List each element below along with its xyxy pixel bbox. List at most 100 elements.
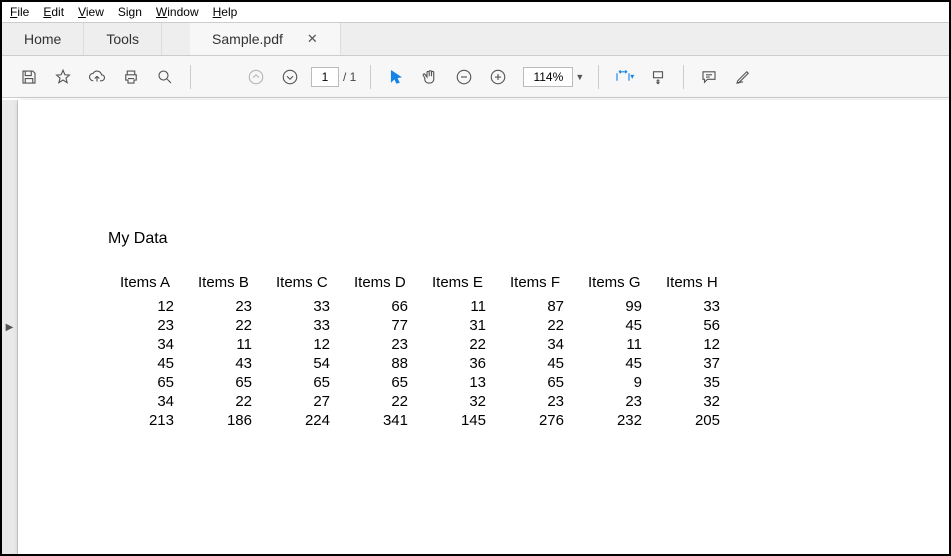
table-cell: 186 (186, 411, 264, 430)
column-header: Items G (576, 274, 654, 297)
save-icon[interactable] (12, 60, 46, 94)
page-number-input[interactable] (311, 67, 339, 87)
table-cell: 65 (264, 373, 342, 392)
tab-tools[interactable]: Tools (84, 23, 162, 55)
column-header: Items H (654, 274, 732, 297)
table-cell: 33 (264, 297, 342, 316)
cloud-upload-icon[interactable] (80, 60, 114, 94)
table-cell: 32 (654, 392, 732, 411)
document-title: My Data (108, 230, 879, 248)
table-cell: 43 (186, 354, 264, 373)
menu-window[interactable]: Window (156, 5, 199, 19)
table-cell: 99 (576, 297, 654, 316)
table-cell: 45 (108, 354, 186, 373)
zoom-out-icon[interactable] (447, 60, 481, 94)
table-cell: 9 (576, 373, 654, 392)
table-cell: 22 (186, 392, 264, 411)
table-cell: 12 (108, 297, 186, 316)
table-row: 3422272232232332 (108, 392, 732, 411)
table-cell: 22 (420, 335, 498, 354)
table-cell: 13 (420, 373, 498, 392)
data-table: Items AItems BItems CItems DItems EItems… (108, 274, 732, 430)
separator (370, 65, 371, 89)
comment-icon[interactable] (692, 60, 726, 94)
table-cell: 45 (498, 354, 576, 373)
table-cell: 32 (420, 392, 498, 411)
page-total-label: / 1 (343, 70, 356, 84)
separator (190, 65, 191, 89)
table-cell: 36 (420, 354, 498, 373)
table-cell: 213 (108, 411, 186, 430)
hand-icon[interactable] (413, 60, 447, 94)
table-row: 656565651365935 (108, 373, 732, 392)
tab-home[interactable]: Home (2, 23, 84, 55)
table-cell: 205 (654, 411, 732, 430)
zoom-dropdown-icon[interactable]: ▼ (575, 72, 584, 82)
menu-file[interactable]: File (10, 5, 29, 19)
table-cell: 65 (498, 373, 576, 392)
table-cell: 341 (342, 411, 420, 430)
page-up-icon[interactable] (239, 60, 273, 94)
menu-help[interactable]: Help (213, 5, 238, 19)
table-cell: 12 (264, 335, 342, 354)
table-cell: 232 (576, 411, 654, 430)
menu-edit[interactable]: Edit (43, 5, 64, 19)
table-cell: 34 (108, 392, 186, 411)
zoom-input[interactable] (523, 67, 573, 87)
sign-pencil-icon[interactable] (726, 60, 760, 94)
table-cell: 45 (576, 316, 654, 335)
star-icon[interactable] (46, 60, 80, 94)
table-cell: 23 (498, 392, 576, 411)
column-header: Items B (186, 274, 264, 297)
table-cell: 34 (108, 335, 186, 354)
pdf-page: My Data Items AItems BItems CItems DItem… (18, 100, 949, 554)
table-header-row: Items AItems BItems CItems DItems EItems… (108, 274, 732, 297)
column-header: Items F (498, 274, 576, 297)
close-tab-icon[interactable]: ✕ (307, 31, 318, 47)
table-cell: 65 (342, 373, 420, 392)
table-cell: 145 (420, 411, 498, 430)
zoom-in-icon[interactable] (481, 60, 515, 94)
table-cell: 23 (108, 316, 186, 335)
page-down-icon[interactable] (273, 60, 307, 94)
table-cell: 56 (654, 316, 732, 335)
column-header: Items D (342, 274, 420, 297)
separator (598, 65, 599, 89)
menu-bar: File Edit View Sign Window Help (2, 2, 949, 22)
table-cell: 54 (264, 354, 342, 373)
tab-document[interactable]: Sample.pdf ✕ (190, 23, 341, 55)
table-cell: 11 (420, 297, 498, 316)
table-cell: 224 (264, 411, 342, 430)
side-panel-toggle[interactable]: ▶ (2, 100, 18, 554)
menu-sign[interactable]: Sign (118, 5, 142, 19)
tab-document-label: Sample.pdf (212, 31, 283, 47)
table-row: 1223336611879933 (108, 297, 732, 316)
toolbar: / 1 ▼ ▾ (2, 56, 949, 98)
column-header: Items A (108, 274, 186, 297)
menu-view[interactable]: View (78, 5, 104, 19)
table-cell: 23 (576, 392, 654, 411)
table-cell: 88 (342, 354, 420, 373)
table-cell: 27 (264, 392, 342, 411)
fit-width-icon[interactable]: ▾ (607, 60, 641, 94)
separator (683, 65, 684, 89)
table-cell: 34 (498, 335, 576, 354)
column-header: Items C (264, 274, 342, 297)
table-cell: 12 (654, 335, 732, 354)
table-cell: 11 (576, 335, 654, 354)
table-cell: 35 (654, 373, 732, 392)
table-cell: 45 (576, 354, 654, 373)
pointer-icon[interactable] (379, 60, 413, 94)
tab-row: Home Tools Sample.pdf ✕ (2, 22, 949, 56)
print-icon[interactable] (114, 60, 148, 94)
table-cell: 65 (108, 373, 186, 392)
table-cell: 22 (498, 316, 576, 335)
table-cell: 22 (186, 316, 264, 335)
table-cell: 33 (264, 316, 342, 335)
table-row: 213186224341145276232205 (108, 411, 732, 430)
table-cell: 66 (342, 297, 420, 316)
search-icon[interactable] (148, 60, 182, 94)
scroll-mode-icon[interactable] (641, 60, 675, 94)
table-cell: 23 (342, 335, 420, 354)
table-cell: 11 (186, 335, 264, 354)
